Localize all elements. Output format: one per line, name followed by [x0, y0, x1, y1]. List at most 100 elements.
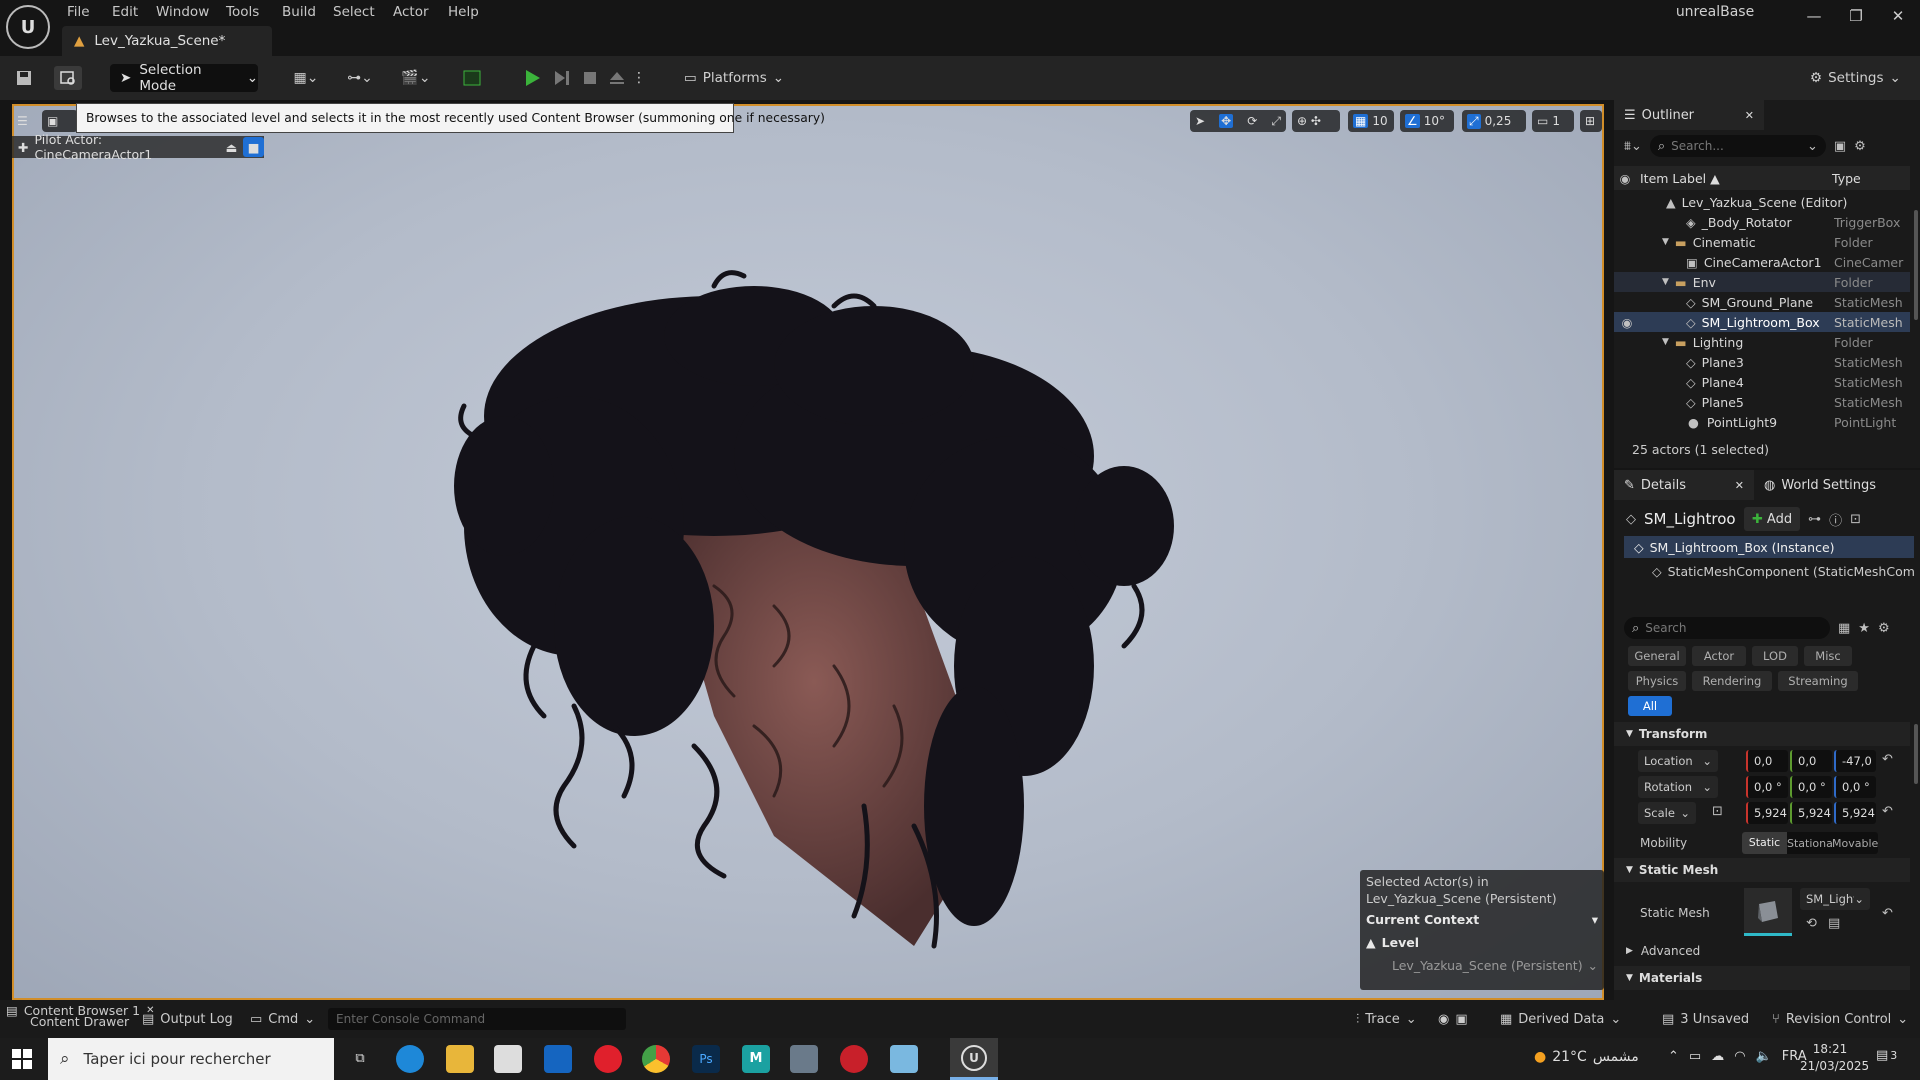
- menu-tools[interactable]: Tools: [226, 1, 259, 23]
- location-z[interactable]: -47,0: [1834, 750, 1876, 772]
- scale-z[interactable]: 5,924: [1834, 802, 1876, 824]
- more-options-icon[interactable]: ⋮: [632, 66, 646, 90]
- perspective-icon[interactable]: ▣: [42, 110, 78, 132]
- document-tab[interactable]: ▲ Lev_Yazkua_Scene*: [62, 26, 272, 56]
- platforms-dropdown[interactable]: ▭ Platforms ⌄: [684, 64, 784, 92]
- visibility-eye-icon[interactable]: ◉: [1618, 315, 1636, 330]
- record-icons[interactable]: ◉ ▣: [1438, 1008, 1468, 1030]
- mobility-static[interactable]: Static: [1742, 832, 1787, 854]
- translate-tool-icon[interactable]: ✥: [1219, 114, 1234, 128]
- tree-row-plane3[interactable]: ◇ Plane3 StaticMesh: [1614, 352, 1910, 372]
- column-item-label[interactable]: Item Label ▲: [1640, 171, 1720, 186]
- content-drawer-button[interactable]: Content Drawer: [30, 1014, 129, 1029]
- blueprint-icon[interactable]: ⊶: [1808, 512, 1821, 527]
- menu-window[interactable]: Window: [156, 1, 209, 23]
- cloud-icon[interactable]: ☁: [1711, 1049, 1724, 1064]
- transform-section-header[interactable]: ▼ Transform: [1614, 722, 1910, 746]
- file-explorer-icon[interactable]: [446, 1045, 474, 1073]
- tree-row-body-rotator[interactable]: ◈ _Body_Rotator TriggerBox: [1614, 212, 1910, 232]
- rotation-x[interactable]: 0,0 °: [1746, 776, 1788, 798]
- lock-scale-icon[interactable]: ⊡: [1712, 804, 1723, 819]
- step-icon[interactable]: [548, 66, 576, 90]
- current-context-header[interactable]: Current Context ▾: [1366, 912, 1598, 927]
- category-streaming[interactable]: Streaming: [1778, 671, 1858, 691]
- unsaved-button[interactable]: ▤ 3 Unsaved: [1662, 1008, 1749, 1030]
- chrome-icon[interactable]: [642, 1045, 670, 1073]
- blueprint-icon[interactable]: ⊶⌄: [340, 66, 380, 90]
- browse-asset-icon[interactable]: ▤: [1828, 916, 1840, 931]
- static-mesh-dropdown[interactable]: SM_Lightroom_Box⌄: [1800, 888, 1870, 910]
- gear-icon[interactable]: ⚙: [1854, 139, 1866, 154]
- details-tab[interactable]: ✎ Details ✕: [1614, 470, 1754, 500]
- chevron-up-icon[interactable]: ⌃: [1668, 1049, 1679, 1064]
- materials-section-header[interactable]: ▼ Materials: [1614, 966, 1910, 990]
- level-dropdown[interactable]: Lev_Yazkua_Scene (Persistent) ⌄: [1366, 958, 1598, 973]
- category-actor[interactable]: Actor: [1692, 646, 1746, 666]
- category-misc[interactable]: Misc: [1804, 646, 1852, 666]
- unreal-taskbar-button[interactable]: U: [950, 1038, 998, 1080]
- mobility-movable[interactable]: Movable: [1832, 837, 1878, 850]
- add-component-button[interactable]: ✚ Add: [1744, 507, 1801, 531]
- opera-icon[interactable]: [594, 1045, 622, 1073]
- app-red-icon[interactable]: [840, 1045, 868, 1073]
- category-rendering[interactable]: Rendering: [1692, 671, 1772, 691]
- select-tool-icon[interactable]: ➤: [1195, 114, 1205, 128]
- reset-location-icon[interactable]: ↶: [1882, 752, 1893, 767]
- unreal-logo-icon[interactable]: U: [6, 5, 50, 49]
- details-scrollbar[interactable]: [1914, 724, 1918, 784]
- static-mesh-section-header[interactable]: ▼ Static Mesh: [1614, 858, 1910, 882]
- tree-row-lightroom-box[interactable]: ◉ ◇ SM_Lightroom_Box StaticMesh: [1614, 312, 1910, 332]
- maya-icon[interactable]: M: [742, 1045, 770, 1073]
- filter-icon[interactable]: ⩩⌄: [1624, 139, 1642, 154]
- camera-speed[interactable]: ▭ 1: [1532, 110, 1574, 132]
- outliner-scrollbar[interactable]: [1914, 210, 1918, 320]
- scale-snap[interactable]: ⤢ 0,25: [1462, 110, 1526, 132]
- browse-to-level-icon[interactable]: [54, 66, 82, 90]
- category-general[interactable]: General: [1628, 646, 1686, 666]
- volume-icon[interactable]: 🔈: [1756, 1049, 1772, 1064]
- rotate-tool-icon[interactable]: ⟳: [1247, 114, 1257, 128]
- app-blue-icon[interactable]: [890, 1045, 918, 1073]
- revision-control-dropdown[interactable]: ⑂ Revision Control ⌄: [1772, 1008, 1908, 1030]
- cinematics-icon[interactable]: 🎬⌄: [396, 66, 436, 90]
- restore-button[interactable]: ❐: [1838, 4, 1874, 28]
- expand-arrow-icon[interactable]: ▼: [1662, 277, 1669, 287]
- table-view-icon[interactable]: ▦: [1838, 621, 1850, 636]
- play-icon[interactable]: [518, 66, 546, 90]
- close-window-button[interactable]: ✕: [1880, 4, 1916, 28]
- eject-icon[interactable]: [603, 66, 631, 90]
- task-view-icon[interactable]: ⧉: [346, 1045, 374, 1073]
- console-input[interactable]: Enter Console Command: [328, 1008, 626, 1030]
- trace-dropdown[interactable]: ⫶ Trace ⌄: [1356, 1008, 1417, 1030]
- rotation-dropdown[interactable]: Rotation ⌄: [1638, 776, 1718, 798]
- component-row[interactable]: ◇ StaticMeshComponent (StaticMeshCompone…: [1652, 560, 1914, 582]
- menu-file[interactable]: File: [67, 1, 90, 23]
- stop-icon[interactable]: [576, 66, 604, 90]
- tree-row-lighting[interactable]: ▼ ▬ Lighting Folder: [1614, 332, 1910, 352]
- grid-snap[interactable]: ▦ 10: [1348, 110, 1394, 132]
- scale-x[interactable]: 5,924: [1746, 802, 1788, 824]
- hamburger-menu-icon[interactable]: ☰: [12, 110, 34, 132]
- menu-select[interactable]: Select: [333, 1, 375, 23]
- reset-mesh-icon[interactable]: ↶: [1882, 906, 1893, 921]
- star-icon[interactable]: ★: [1858, 621, 1870, 636]
- tree-row-level[interactable]: ▲ Lev_Yazkua_Scene (Editor): [1614, 192, 1910, 212]
- outlook-icon[interactable]: [544, 1045, 572, 1073]
- scale-y[interactable]: 5,924: [1790, 802, 1832, 824]
- photoshop-icon[interactable]: Ps: [692, 1045, 720, 1073]
- location-x[interactable]: 0,0: [1746, 750, 1788, 772]
- coordinate-space-icons[interactable]: ⊕ ✣: [1292, 110, 1340, 132]
- close-icon[interactable]: ✕: [1735, 479, 1744, 492]
- location-y[interactable]: 0,0: [1790, 750, 1832, 772]
- scale-dropdown[interactable]: Scale ⌄: [1638, 802, 1696, 824]
- reset-scale-icon[interactable]: ↶: [1882, 804, 1893, 819]
- derived-data-dropdown[interactable]: ▦ Derived Data ⌄: [1500, 1008, 1621, 1030]
- level-viewport[interactable]: [12, 104, 1604, 1000]
- windows-search-input[interactable]: ⌕ Taper ici pour rechercher: [48, 1038, 334, 1080]
- save-icon[interactable]: [10, 66, 38, 90]
- mobility-stationary[interactable]: Stationary: [1787, 837, 1832, 850]
- rotation-z[interactable]: 0,0 °: [1834, 776, 1876, 798]
- menu-edit[interactable]: Edit: [112, 1, 138, 23]
- viewport-layout-icon[interactable]: ⊞: [1580, 110, 1602, 132]
- menu-help[interactable]: Help: [448, 1, 479, 23]
